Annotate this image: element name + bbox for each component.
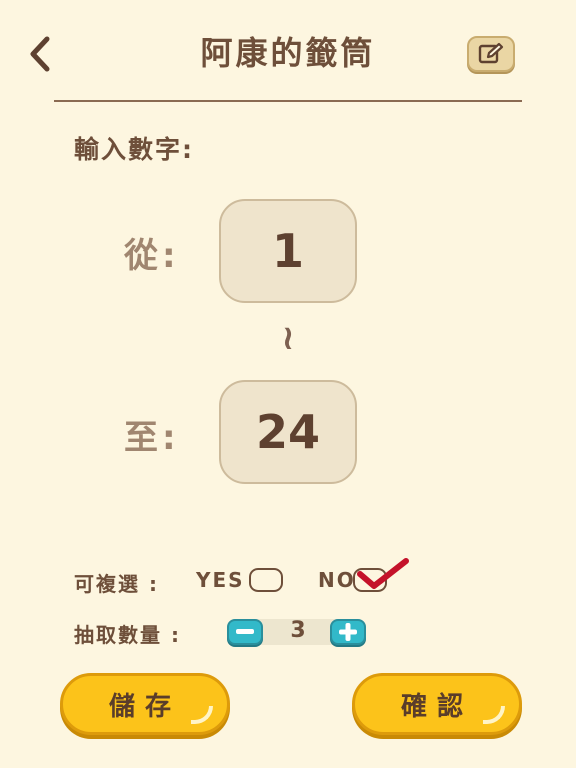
increment-button[interactable] [330,619,366,645]
checkmark-icon [357,558,409,589]
edit-icon [478,42,504,64]
save-button-label: 儲存 [108,691,181,722]
yes-label: YES [196,568,245,592]
count-value: 3 [290,618,306,643]
range-separator: ≀ [281,318,295,358]
no-label: NO [318,568,356,592]
yes-checkbox[interactable] [249,568,283,592]
header-divider [54,100,522,102]
save-button[interactable]: 儲存 [60,673,230,735]
confirm-button-label: 確認 [400,691,473,722]
minus-icon [236,629,254,634]
button-shine [483,706,505,724]
repeat-option-label: 可複選 : [74,572,159,596]
from-label: 從: [124,236,180,276]
decrement-button[interactable] [227,619,263,645]
confirm-button[interactable]: 確認 [352,673,522,735]
edit-button[interactable] [467,36,515,72]
input-prompt-label: 輸入數字: [74,135,194,164]
button-shine [191,706,213,724]
to-number-field[interactable]: 24 [219,380,357,484]
to-label: 至: [124,418,180,458]
count-label: 抽取數量 : [74,623,181,647]
plus-icon [339,623,357,641]
from-number-field[interactable]: 1 [219,199,357,303]
